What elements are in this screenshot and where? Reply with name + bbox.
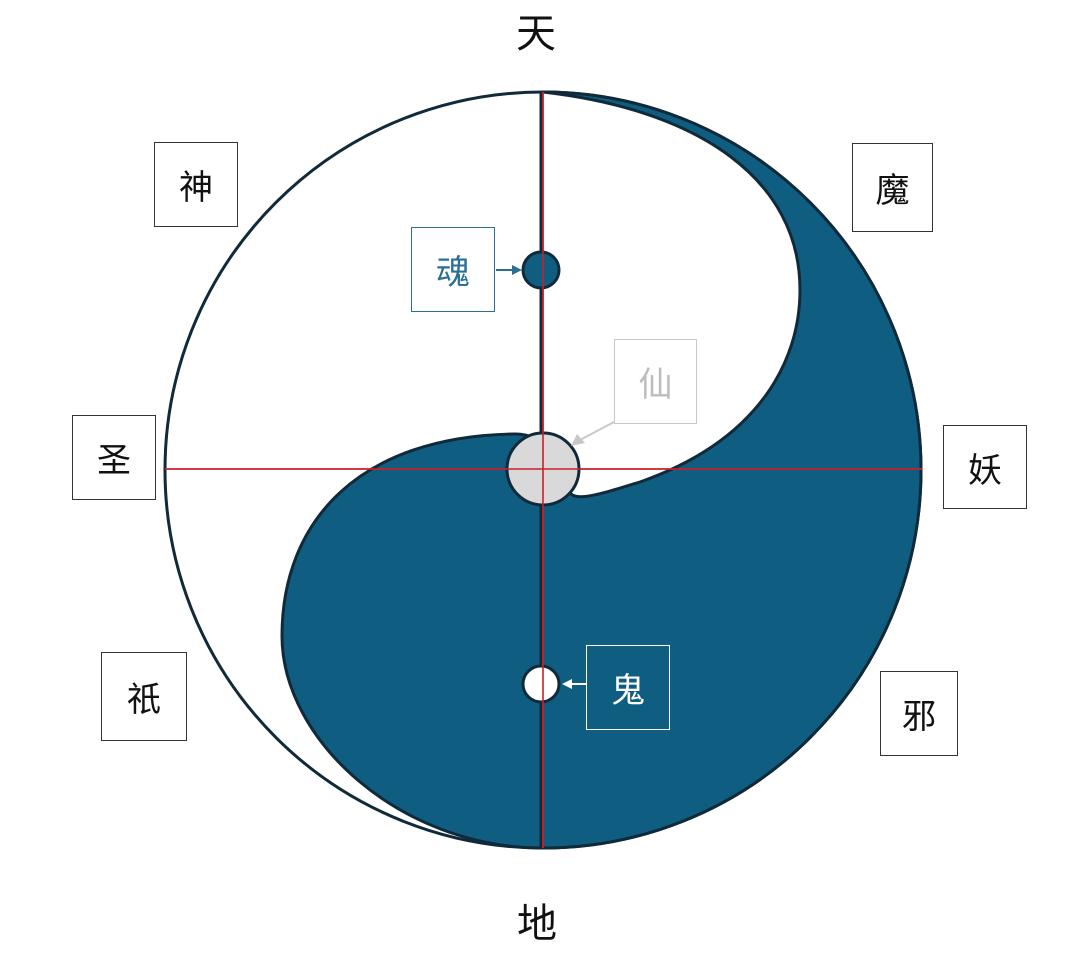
box-yao: 妖 xyxy=(943,425,1027,509)
label-earth: 地 xyxy=(517,901,557,947)
box-shen: 神 xyxy=(154,142,238,227)
box-qi: 祇 xyxy=(101,652,187,741)
box-sheng: 圣 xyxy=(72,415,156,500)
box-hun: 魂 xyxy=(411,227,495,312)
box-xie: 邪 xyxy=(880,671,958,756)
gui-dot xyxy=(521,664,561,704)
box-xian: 仙 xyxy=(614,339,697,424)
label-heaven: 天 xyxy=(516,11,556,57)
hun-dot xyxy=(521,250,561,290)
box-mo: 魔 xyxy=(852,143,933,232)
box-gui: 鬼 xyxy=(586,645,670,730)
